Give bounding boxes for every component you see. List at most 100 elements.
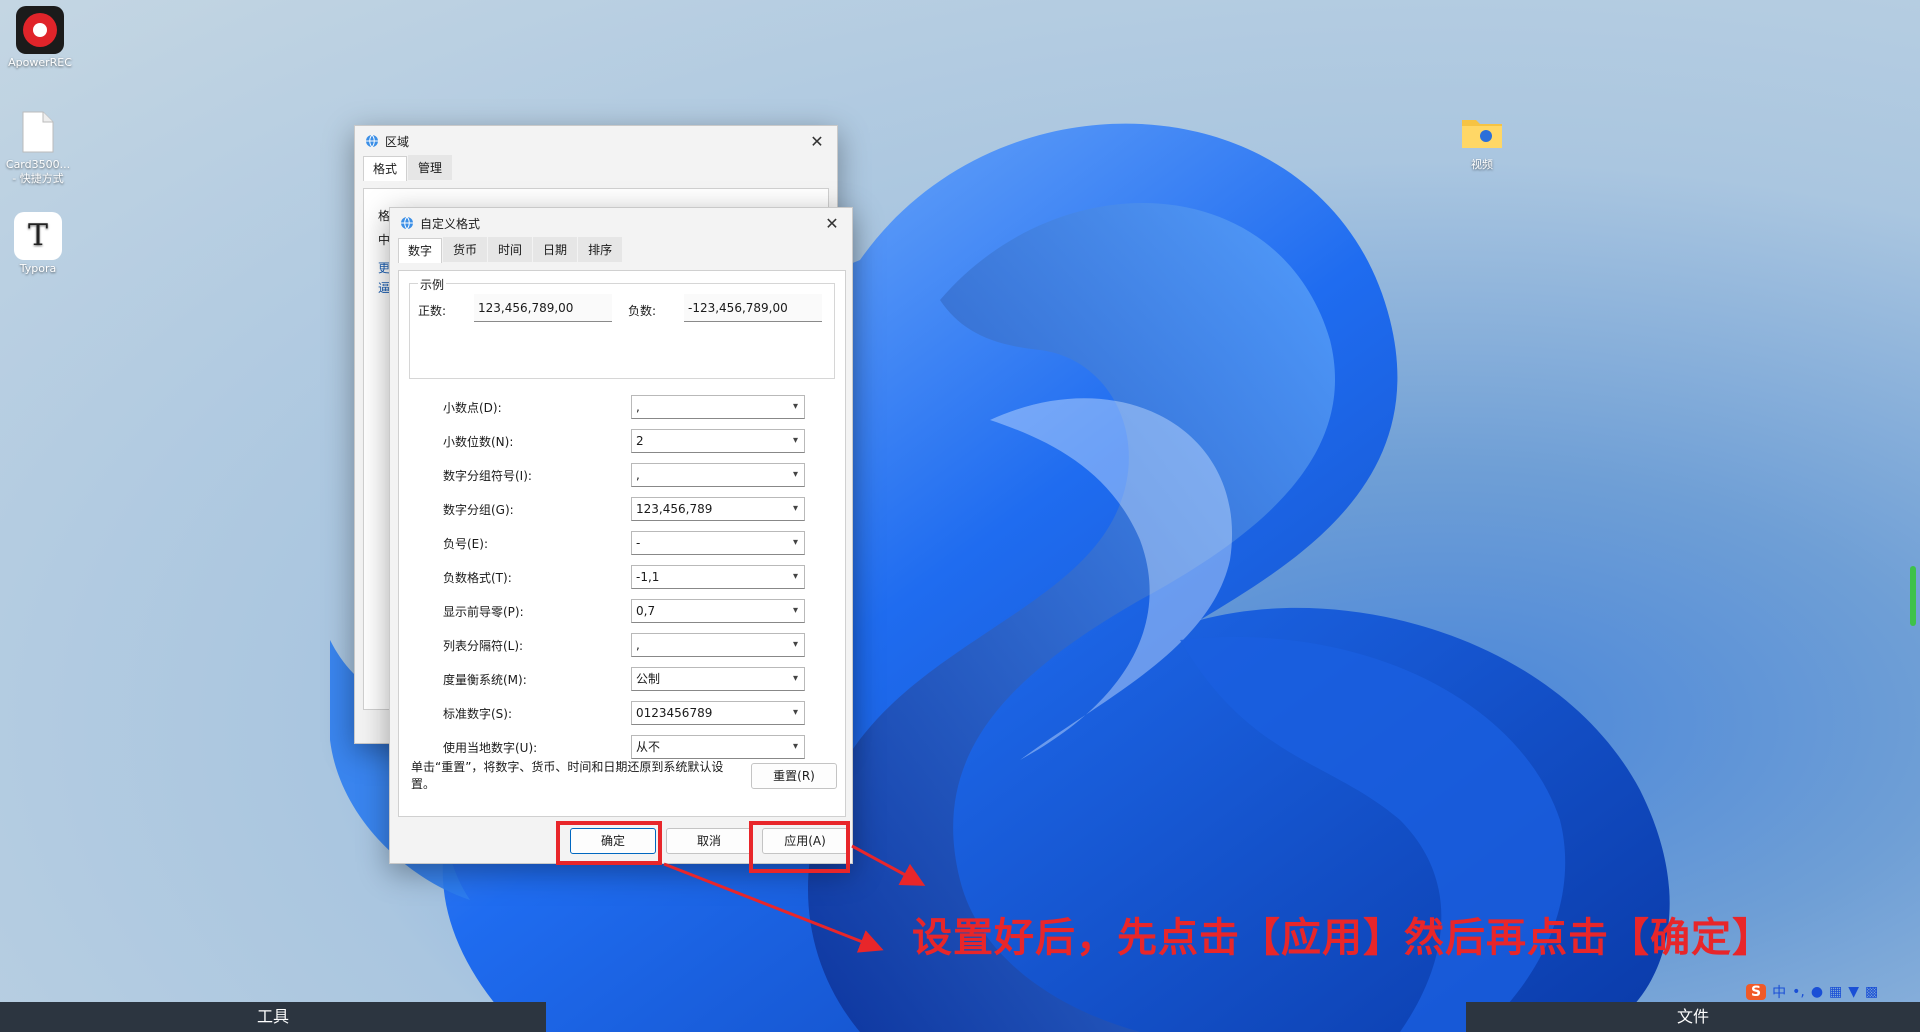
apowerrec-desktop-icon[interactable]: ApowerREC — [0, 6, 80, 70]
dropdown-value: -1,1 — [636, 570, 660, 584]
dropdown-value: - — [636, 536, 641, 550]
typora-logo-icon: T — [14, 212, 62, 260]
keyboard-icon[interactable]: ▦ — [1829, 984, 1842, 1000]
reset-button[interactable]: 重置(R) — [751, 763, 837, 789]
apowerrec-logo-icon — [16, 6, 64, 54]
globe-icon — [401, 216, 413, 230]
chevron-down-icon: ▾ — [792, 435, 798, 446]
reset-note: 单击“重置”，将数字、货币、时间和日期还原到系统默认设置。 — [411, 760, 724, 791]
tab-format[interactable]: 格式 — [363, 156, 408, 181]
sogou-logo-icon: S — [1746, 984, 1767, 1000]
shirt-icon[interactable]: ▼ — [1848, 984, 1859, 1000]
desktop-icon-label: ApowerREC — [8, 56, 72, 69]
wallpaper — [330, 123, 1670, 1032]
format-row-dropdown[interactable]: - ▾ — [631, 531, 805, 555]
apply-highlight-box — [749, 821, 850, 873]
region-tabs: 格式 管理 — [355, 155, 837, 181]
instruction-annotation: 设置好后，先点击【应用】然后再点击【确定】 — [912, 915, 1773, 961]
card-shortcut-desktop-icon[interactable]: Card3500... - 快捷方式 — [0, 108, 78, 186]
video-folder-desktop-icon[interactable]: 视频 — [1442, 108, 1522, 172]
format-row: 列表分隔符(L):, ▾ — [399, 633, 845, 657]
globe-icon — [366, 134, 378, 148]
tab-number[interactable]: 数字 — [398, 238, 443, 263]
format-row-dropdown[interactable]: 0,7 ▾ — [631, 599, 805, 623]
tab-date[interactable]: 日期 — [533, 237, 578, 262]
format-row-dropdown[interactable]: 2 ▾ — [631, 429, 805, 453]
ime-tray[interactable]: S 中 •, ● ▦ ▼ ▩ — [1746, 980, 1878, 1004]
ok-highlight-box — [556, 821, 662, 865]
chevron-down-icon: ▾ — [792, 571, 798, 582]
format-row: 数字分组符号(I):, ▾ — [399, 463, 845, 487]
chevron-down-icon: ▾ — [792, 673, 798, 684]
bottombar-tools[interactable]: 工具 — [0, 1002, 546, 1032]
dropdown-value: 2 — [636, 434, 644, 448]
tab-currency[interactable]: 货币 — [443, 237, 488, 262]
chevron-down-icon: ▾ — [792, 707, 798, 718]
region-title: 区域 — [385, 134, 410, 149]
format-row: 标准数字(S): 0123456789 ▾ — [399, 701, 845, 725]
number-panel: 示例 正数: 123,456,789,00 负数: -123,456,789,0… — [398, 270, 846, 817]
format-row: 小数点(D):, ▾ — [399, 395, 845, 419]
dropdown-value: , — [636, 468, 640, 482]
format-row-label: 显示前导零(P): — [443, 605, 524, 619]
ime-punct-indicator[interactable]: •, — [1792, 984, 1805, 1000]
format-row-dropdown[interactable]: 公制 ▾ — [631, 667, 805, 691]
tab-time[interactable]: 时间 — [488, 237, 533, 262]
desktop-icon-label: Card3500... — [5, 158, 71, 171]
dropdown-value: 0,7 — [636, 604, 656, 618]
sample-group-title: 示例 — [418, 276, 447, 293]
format-row-dropdown[interactable]: , ▾ — [631, 463, 805, 487]
chevron-down-icon: ▾ — [792, 639, 798, 650]
chevron-down-icon: ▾ — [792, 401, 798, 412]
desktop-icon-label: 视频 — [1471, 158, 1493, 171]
negative-label: 负数: — [628, 304, 657, 318]
format-row-dropdown[interactable]: , ▾ — [631, 633, 805, 657]
format-row-label: 数字分组符号(I): — [443, 469, 532, 483]
negative-sample-value: -123,456,789,00 — [684, 294, 822, 322]
format-row: 度量衡系统(M): 公制 ▾ — [399, 667, 845, 691]
microphone-icon[interactable]: ● — [1811, 984, 1823, 1000]
grid-icon[interactable]: ▩ — [1865, 984, 1878, 1000]
folder-icon — [1458, 108, 1506, 156]
format-row: 负数格式(T): -1,1 ▾ — [399, 565, 845, 589]
side-scroll-indicator[interactable] — [1910, 566, 1916, 626]
chevron-down-icon: ▾ — [792, 741, 798, 752]
cancel-button[interactable]: 取消 — [666, 828, 752, 854]
format-rows: 小数点(D):, ▾ 小数位数(N): 2 ▾ 数字分组符号(I):, ▾ 数字分组(G): 1… — [399, 395, 845, 759]
format-row-label: 列表分隔符(L): — [443, 639, 524, 653]
format-row-dropdown[interactable]: 123,456,789 ▾ — [631, 497, 805, 521]
chevron-down-icon: ▾ — [792, 469, 798, 480]
dropdown-value: , — [636, 638, 640, 652]
tab-manage[interactable]: 管理 — [408, 155, 453, 180]
format-row-label: 负数格式(T): — [443, 571, 512, 585]
format-row: 负号(E): - ▾ — [399, 531, 845, 555]
format-row-label: 度量衡系统(M): — [443, 673, 527, 687]
format-row-dropdown[interactable]: -1,1 ▾ — [631, 565, 805, 589]
format-tabs: 数字 货币 时间 日期 排序 — [390, 237, 852, 263]
ime-lang-indicator[interactable]: 中 — [1772, 982, 1786, 1002]
dropdown-value: 从不 — [636, 740, 661, 754]
typora-desktop-icon[interactable]: T Typora — [0, 212, 78, 276]
format-row: 小数位数(N): 2 ▾ — [399, 429, 845, 453]
dialog-title: 自定义格式 — [420, 216, 481, 231]
tab-sort[interactable]: 排序 — [578, 237, 623, 262]
close-icon[interactable]: ✕ — [797, 126, 837, 156]
format-row-dropdown[interactable]: 从不 ▾ — [631, 735, 805, 759]
dropdown-value: 123,456,789 — [636, 502, 713, 516]
format-row-dropdown[interactable]: 0123456789 ▾ — [631, 701, 805, 725]
bottombar-files[interactable]: 文件 — [1466, 1002, 1920, 1032]
chevron-down-icon: ▾ — [792, 503, 798, 514]
desktop-icon-label-line2: - 快捷方式 — [12, 172, 64, 185]
format-row-label: 数字分组(G): — [443, 503, 514, 517]
chevron-down-icon: ▾ — [792, 537, 798, 548]
format-row: 显示前导零(P): 0,7 ▾ — [399, 599, 845, 623]
format-row: 使用当地数字(U): 从不 ▾ — [399, 735, 845, 759]
positive-label: 正数: — [418, 304, 447, 318]
format-row-label: 小数位数(N): — [443, 435, 514, 449]
region-titlebar: 区域 ✕ — [355, 126, 837, 156]
close-icon[interactable]: ✕ — [812, 208, 852, 238]
format-row-dropdown[interactable]: , ▾ — [631, 395, 805, 419]
file-icon — [14, 108, 62, 156]
format-row-label: 使用当地数字(U): — [443, 741, 538, 755]
sample-group: 示例 正数: 123,456,789,00 负数: -123,456,789,0… — [409, 276, 835, 379]
